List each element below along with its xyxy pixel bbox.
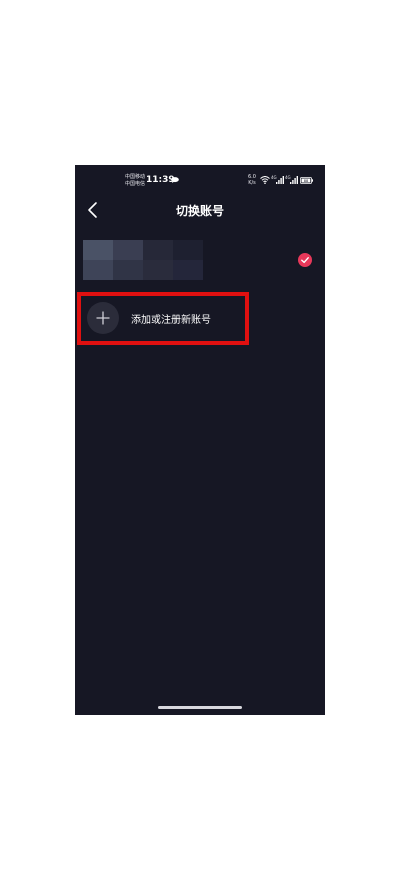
status-bar: 中国移动 中国电信 11:39 6.0 K/s 4G 4G 88 [75,165,325,199]
battery-icon: 88 [300,177,313,184]
network-speed: 6.0 K/s [248,174,256,186]
add-account-circle [87,302,119,334]
battery-level: 88 [304,179,309,183]
phone-screen: 中国移动 中国电信 11:39 6.0 K/s 4G 4G 88 切换账号 添加… [75,165,325,715]
carrier-line-2: 中国电信 [125,181,146,187]
account-item-current[interactable] [75,237,325,285]
wifi-icon [260,176,270,184]
network-speed-unit: K/s [248,180,256,186]
add-account-button[interactable]: 添加或注册新账号 [75,297,325,341]
check-circle-icon [298,253,312,267]
avatar [83,240,203,280]
add-account-label: 添加或注册新账号 [131,315,211,326]
chat-bubble-icon [171,177,179,183]
signal-strength-2-icon [290,176,298,184]
signal-strength-icon [276,176,284,184]
carrier-line-1: 中国移动 [125,174,146,180]
page-title: 切换账号 [175,204,224,218]
plus-icon [96,311,110,325]
carrier-info: 中国移动 中国电信 [125,174,145,188]
home-indicator[interactable] [158,706,242,709]
